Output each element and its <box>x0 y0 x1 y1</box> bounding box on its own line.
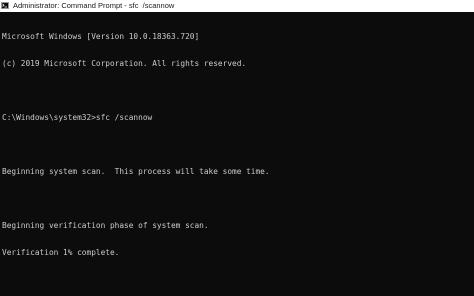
console-line: Microsoft Windows [Version 10.0.18363.72… <box>2 32 200 41</box>
console-line: C:\Windows\system32>sfc /scannow <box>2 113 153 122</box>
console-line: Beginning verification phase of system s… <box>2 221 209 230</box>
prompt-glyph-icon <box>2 3 7 8</box>
console-line: Beginning system scan. This process will… <box>2 167 270 176</box>
title-bar[interactable]: Administrator: Command Prompt - sfc /sca… <box>0 0 474 12</box>
command-prompt-window: Administrator: Command Prompt - sfc /sca… <box>0 0 474 296</box>
console-line: (c) 2019 Microsoft Corporation. All righ… <box>2 59 247 68</box>
console-output[interactable]: Microsoft Windows [Version 10.0.18363.72… <box>2 14 470 294</box>
cmd-icon[interactable] <box>1 2 9 9</box>
console-line: Verification 1% complete. <box>2 248 120 257</box>
window-title: Administrator: Command Prompt - sfc /sca… <box>13 1 175 10</box>
